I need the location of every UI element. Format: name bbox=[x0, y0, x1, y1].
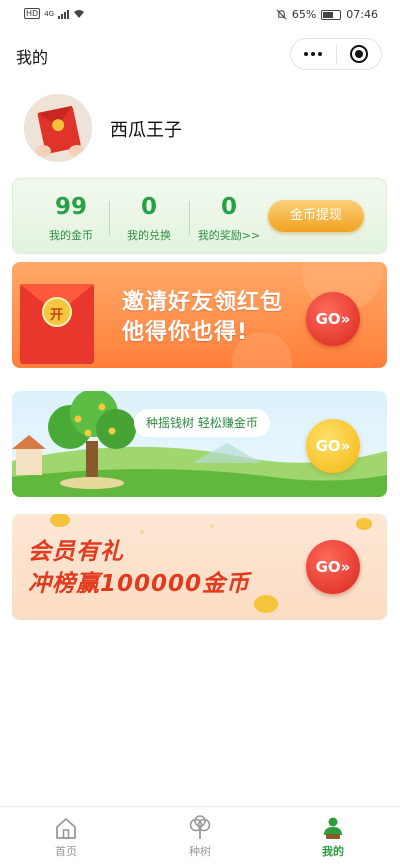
tab-mine-label: 我的 bbox=[322, 845, 344, 858]
nav-bar: 我的 bbox=[0, 30, 400, 78]
avatar[interactable] bbox=[24, 94, 92, 162]
home-icon bbox=[56, 818, 76, 839]
member-line-1: 会员有礼 bbox=[28, 539, 124, 565]
money-tree-banner[interactable]: 种摇钱树 轻松赚金币 GO» bbox=[12, 391, 387, 497]
tab-bar: 首页 种树 我的 bbox=[0, 806, 400, 866]
stats-card: 99 我的金币 0 我的兑换 0 我的奖励>> 金币提现 bbox=[12, 178, 387, 254]
invite-title: 邀请好友领红包 他得你也得! bbox=[122, 288, 283, 348]
tab-mine[interactable]: 我的 bbox=[293, 815, 373, 859]
money-tree-caption: 种摇钱树 轻松赚金币 bbox=[134, 409, 270, 437]
stat-coins-label: 我的金币 bbox=[49, 229, 93, 242]
status-right: 65% 07:46 bbox=[276, 8, 378, 21]
clock: 07:46 bbox=[346, 8, 378, 21]
username: 西瓜王子 bbox=[110, 120, 182, 141]
member-reward-banner[interactable]: 会员有礼 冲榜赢100000金币 GO» bbox=[12, 514, 387, 620]
tree-icon bbox=[189, 815, 211, 839]
stat-coins[interactable]: 99 我的金币 bbox=[31, 193, 111, 243]
stat-rewards-value: 0 bbox=[220, 194, 237, 220]
more-button[interactable] bbox=[291, 39, 336, 69]
page-title: 我的 bbox=[16, 48, 49, 67]
member-go-button[interactable]: GO» bbox=[306, 540, 360, 594]
close-miniprogram-button[interactable] bbox=[337, 39, 382, 69]
status-bar: HD 4G 65% 07:46 bbox=[0, 0, 400, 30]
stat-rewards[interactable]: 0 我的奖励>> bbox=[189, 193, 269, 243]
target-icon bbox=[349, 45, 368, 63]
stat-rewards-label: 我的奖励>> bbox=[197, 229, 261, 242]
member-line-2: 冲榜赢100000金币 bbox=[28, 571, 251, 597]
signal-icon bbox=[58, 9, 70, 19]
user-icon bbox=[324, 817, 342, 839]
invite-go-button[interactable]: GO» bbox=[306, 292, 360, 346]
stat-coins-value: 99 bbox=[54, 194, 87, 220]
status-left: HD 4G bbox=[24, 8, 85, 19]
mute-bell-icon bbox=[276, 9, 287, 20]
tab-home-label: 首页 bbox=[55, 845, 77, 858]
profile-section: 西瓜王子 bbox=[22, 92, 382, 164]
tab-plant-tree-label: 种树 bbox=[189, 845, 211, 858]
red-envelope-avatar-icon bbox=[25, 95, 91, 161]
invite-line-1: 邀请好友领红包 bbox=[122, 290, 284, 315]
money-tree-go-button[interactable]: GO» bbox=[306, 419, 360, 473]
more-dots-icon bbox=[304, 52, 323, 56]
battery-icon bbox=[321, 9, 342, 20]
stat-exchanges-label: 我的兑换 bbox=[127, 229, 171, 242]
stat-exchanges-value: 0 bbox=[140, 194, 157, 220]
invite-friends-banner[interactable]: 开 邀请好友领红包 他得你也得! GO» bbox=[12, 262, 387, 368]
hd-badge: HD bbox=[24, 8, 41, 19]
wifi-icon bbox=[74, 9, 85, 18]
tab-home[interactable]: 首页 bbox=[26, 815, 106, 859]
envelope-open-char: 开 bbox=[50, 308, 64, 323]
mini-program-capsule bbox=[290, 38, 382, 70]
member-title: 会员有礼 冲榜赢100000金币 bbox=[28, 536, 250, 600]
invite-line-2: 他得你也得! bbox=[122, 320, 249, 345]
stat-exchanges[interactable]: 0 我的兑换 bbox=[109, 193, 189, 243]
withdraw-coins-button[interactable]: 金币提现 bbox=[268, 200, 364, 232]
tab-plant-tree[interactable]: 种树 bbox=[160, 815, 240, 859]
battery-percent: 65% bbox=[291, 8, 317, 21]
network-type: 4G bbox=[44, 9, 55, 18]
